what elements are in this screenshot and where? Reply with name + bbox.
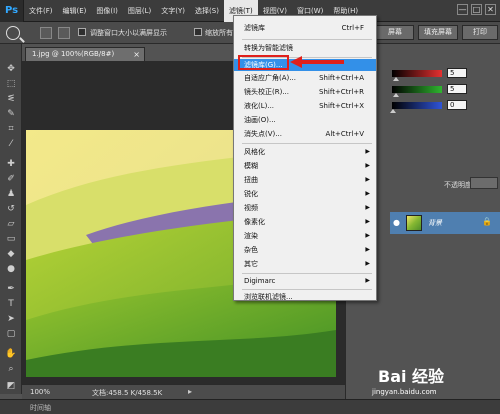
resize-window-label: 调整窗口大小以满屏显示 bbox=[90, 29, 167, 37]
healing-brush-tool-icon[interactable]: ✚ bbox=[5, 159, 17, 170]
history-brush-tool-icon[interactable]: ↺ bbox=[5, 204, 17, 215]
layer-row-background[interactable]: ● 背景 🔒 bbox=[390, 212, 500, 234]
photoshop-logo: Ps bbox=[0, 0, 24, 22]
zoom-all-checkbox[interactable] bbox=[194, 28, 202, 36]
color-panel: 5 5 0 bbox=[360, 64, 500, 126]
menu-item-video[interactable]: 视频 ▶ bbox=[234, 202, 376, 214]
timeline-bar: 时间轴 bbox=[0, 399, 500, 414]
menu-item-other[interactable]: 其它 ▶ bbox=[234, 258, 376, 270]
status-bar: 100% 文档:458.5 K/458.5K ▸ bbox=[22, 384, 345, 399]
window-controls: — □ ✕ bbox=[457, 4, 496, 15]
fill-screen-button[interactable]: 填充屏幕 bbox=[418, 25, 458, 40]
fit-screen-button[interactable]: 屏幕 bbox=[376, 25, 414, 40]
opacity-field[interactable] bbox=[470, 177, 498, 189]
gradient-tool-icon[interactable]: ▭ bbox=[5, 234, 17, 245]
layer-thumbnail bbox=[406, 215, 422, 231]
zoom-all-label: 缩放所有 bbox=[205, 29, 233, 37]
close-tab-icon[interactable]: × bbox=[133, 48, 140, 61]
menu-item-render[interactable]: 渲染 ▶ bbox=[234, 230, 376, 242]
clone-stamp-tool-icon[interactable]: ♟ bbox=[5, 189, 17, 200]
menu-separator bbox=[242, 143, 372, 144]
red-value[interactable]: 5 bbox=[447, 68, 467, 78]
quick-select-tool-icon[interactable]: ✎ bbox=[5, 109, 17, 120]
highlight-box bbox=[238, 55, 289, 70]
menu-file[interactable]: 文件(F) bbox=[24, 0, 58, 22]
lock-icon: 🔒 bbox=[482, 217, 492, 226]
green-slider-knob[interactable] bbox=[393, 93, 399, 97]
menu-separator bbox=[242, 273, 372, 274]
menu-item-noise[interactable]: 杂色 ▶ bbox=[234, 244, 376, 256]
green-slider[interactable] bbox=[392, 86, 442, 93]
menu-item-digimarc[interactable]: Digimarc ▶ bbox=[234, 275, 376, 287]
red-slider-knob[interactable] bbox=[393, 77, 399, 81]
minimize-button[interactable]: — bbox=[457, 4, 468, 15]
menu-item-lens-correction[interactable]: 镜头校正(R)... Shift+Ctrl+R bbox=[234, 86, 376, 98]
menu-item-adaptive-wide-angle[interactable]: 自适应广角(A)... Shift+Ctrl+A bbox=[234, 72, 376, 84]
eraser-tool-icon[interactable]: ▱ bbox=[5, 219, 17, 230]
menu-edit[interactable]: 编辑(E) bbox=[58, 0, 92, 22]
watermark-url: jingyan.baidu.com bbox=[372, 388, 437, 396]
menu-item-sharpen[interactable]: 锐化 ▶ bbox=[234, 188, 376, 200]
dodge-tool-icon[interactable]: ● bbox=[5, 264, 17, 275]
crop-tool-icon[interactable]: ⌗ bbox=[5, 124, 17, 135]
menu-layer[interactable]: 图层(L) bbox=[123, 0, 156, 22]
green-value[interactable]: 5 bbox=[447, 84, 467, 94]
layers-panel: 不透明度: ● 背景 🔒 bbox=[390, 130, 500, 399]
menu-item-oil-paint[interactable]: 油画(O)... bbox=[234, 114, 376, 126]
shape-tool-icon[interactable]: ▢ bbox=[5, 329, 17, 340]
zoom-in-icon[interactable] bbox=[40, 27, 52, 39]
zoom-tool-icon[interactable] bbox=[6, 26, 20, 40]
path-select-tool-icon[interactable]: ➤ bbox=[5, 314, 17, 325]
baidu-jingyan-logo: Bai 经验 bbox=[378, 367, 445, 386]
layer-name: 背景 bbox=[428, 219, 442, 227]
document-tab-title: 1.jpg @ 100%(RGB/8#) bbox=[32, 50, 115, 58]
menu-item-pixelate[interactable]: 像素化 ▶ bbox=[234, 216, 376, 228]
type-tool-icon[interactable]: T bbox=[5, 299, 17, 310]
document-tab[interactable]: 1.jpg @ 100%(RGB/8#) × bbox=[25, 47, 145, 61]
red-arrow-icon bbox=[290, 56, 344, 68]
tools-panel: ✥ ⬚ ᓬ ✎ ⌗ ⁄ ✚ ✐ ♟ ↺ ▱ ▭ ◆ ● ✒ T ➤ ▢ ✋ ⌕ … bbox=[0, 44, 22, 394]
visibility-eye-icon[interactable]: ● bbox=[393, 218, 400, 227]
brush-tool-icon[interactable]: ✐ bbox=[5, 174, 17, 185]
menu-item-distort[interactable]: 扭曲 ▶ bbox=[234, 174, 376, 186]
zoom-out-icon[interactable] bbox=[58, 27, 70, 39]
pen-tool-icon[interactable]: ✒ bbox=[5, 284, 17, 295]
document-size: 文档:458.5 K/458.5K bbox=[92, 389, 163, 397]
menu-item-liquify[interactable]: 液化(L)... Shift+Ctrl+X bbox=[234, 100, 376, 112]
menu-type[interactable]: 文字(Y) bbox=[156, 0, 190, 22]
hand-tool-icon[interactable]: ✋ bbox=[5, 349, 17, 360]
close-button[interactable]: ✕ bbox=[485, 4, 496, 15]
menu-item-vanishing-point[interactable]: 消失点(V)... Alt+Ctrl+V bbox=[234, 128, 376, 140]
marquee-tool-icon[interactable]: ⬚ bbox=[5, 79, 17, 90]
menu-separator bbox=[242, 289, 372, 290]
menu-item-browse-online-filters[interactable]: 浏览联机滤镜... bbox=[234, 291, 376, 303]
red-slider[interactable] bbox=[392, 70, 442, 77]
resize-window-checkbox[interactable] bbox=[78, 28, 86, 36]
blur-tool-icon[interactable]: ◆ bbox=[5, 249, 17, 260]
color-swatches-icon[interactable]: ◩ bbox=[5, 381, 17, 392]
menu-select[interactable]: 选择(S) bbox=[190, 0, 224, 22]
move-tool-icon[interactable]: ✥ bbox=[5, 64, 17, 75]
menu-item-stylize[interactable]: 风格化 ▶ bbox=[234, 146, 376, 158]
blue-slider[interactable] bbox=[392, 102, 442, 109]
menu-item-blur[interactable]: 模糊 ▶ bbox=[234, 160, 376, 172]
menu-separator bbox=[242, 39, 372, 40]
eyedropper-tool-icon[interactable]: ⁄ bbox=[5, 139, 17, 150]
status-menu-icon[interactable]: ▸ bbox=[188, 387, 192, 396]
zoom-level[interactable]: 100% bbox=[30, 388, 50, 396]
lasso-tool-icon[interactable]: ᓬ bbox=[5, 94, 17, 105]
blue-slider-knob[interactable] bbox=[390, 109, 396, 113]
maximize-button[interactable]: □ bbox=[471, 4, 482, 15]
timeline-label[interactable]: 时间轴 bbox=[30, 403, 51, 413]
menu-image[interactable]: 图像(I) bbox=[91, 0, 123, 22]
menu-item-filter-gallery-repeat[interactable]: 滤镜库 Ctrl+F bbox=[234, 22, 376, 34]
print-size-button[interactable]: 打印 bbox=[462, 25, 498, 40]
zoom-tool-icon[interactable]: ⌕ bbox=[5, 364, 17, 375]
blue-value[interactable]: 0 bbox=[447, 100, 467, 110]
menu-item-convert-smart-filters[interactable]: 转换为智能滤镜 bbox=[234, 42, 376, 54]
